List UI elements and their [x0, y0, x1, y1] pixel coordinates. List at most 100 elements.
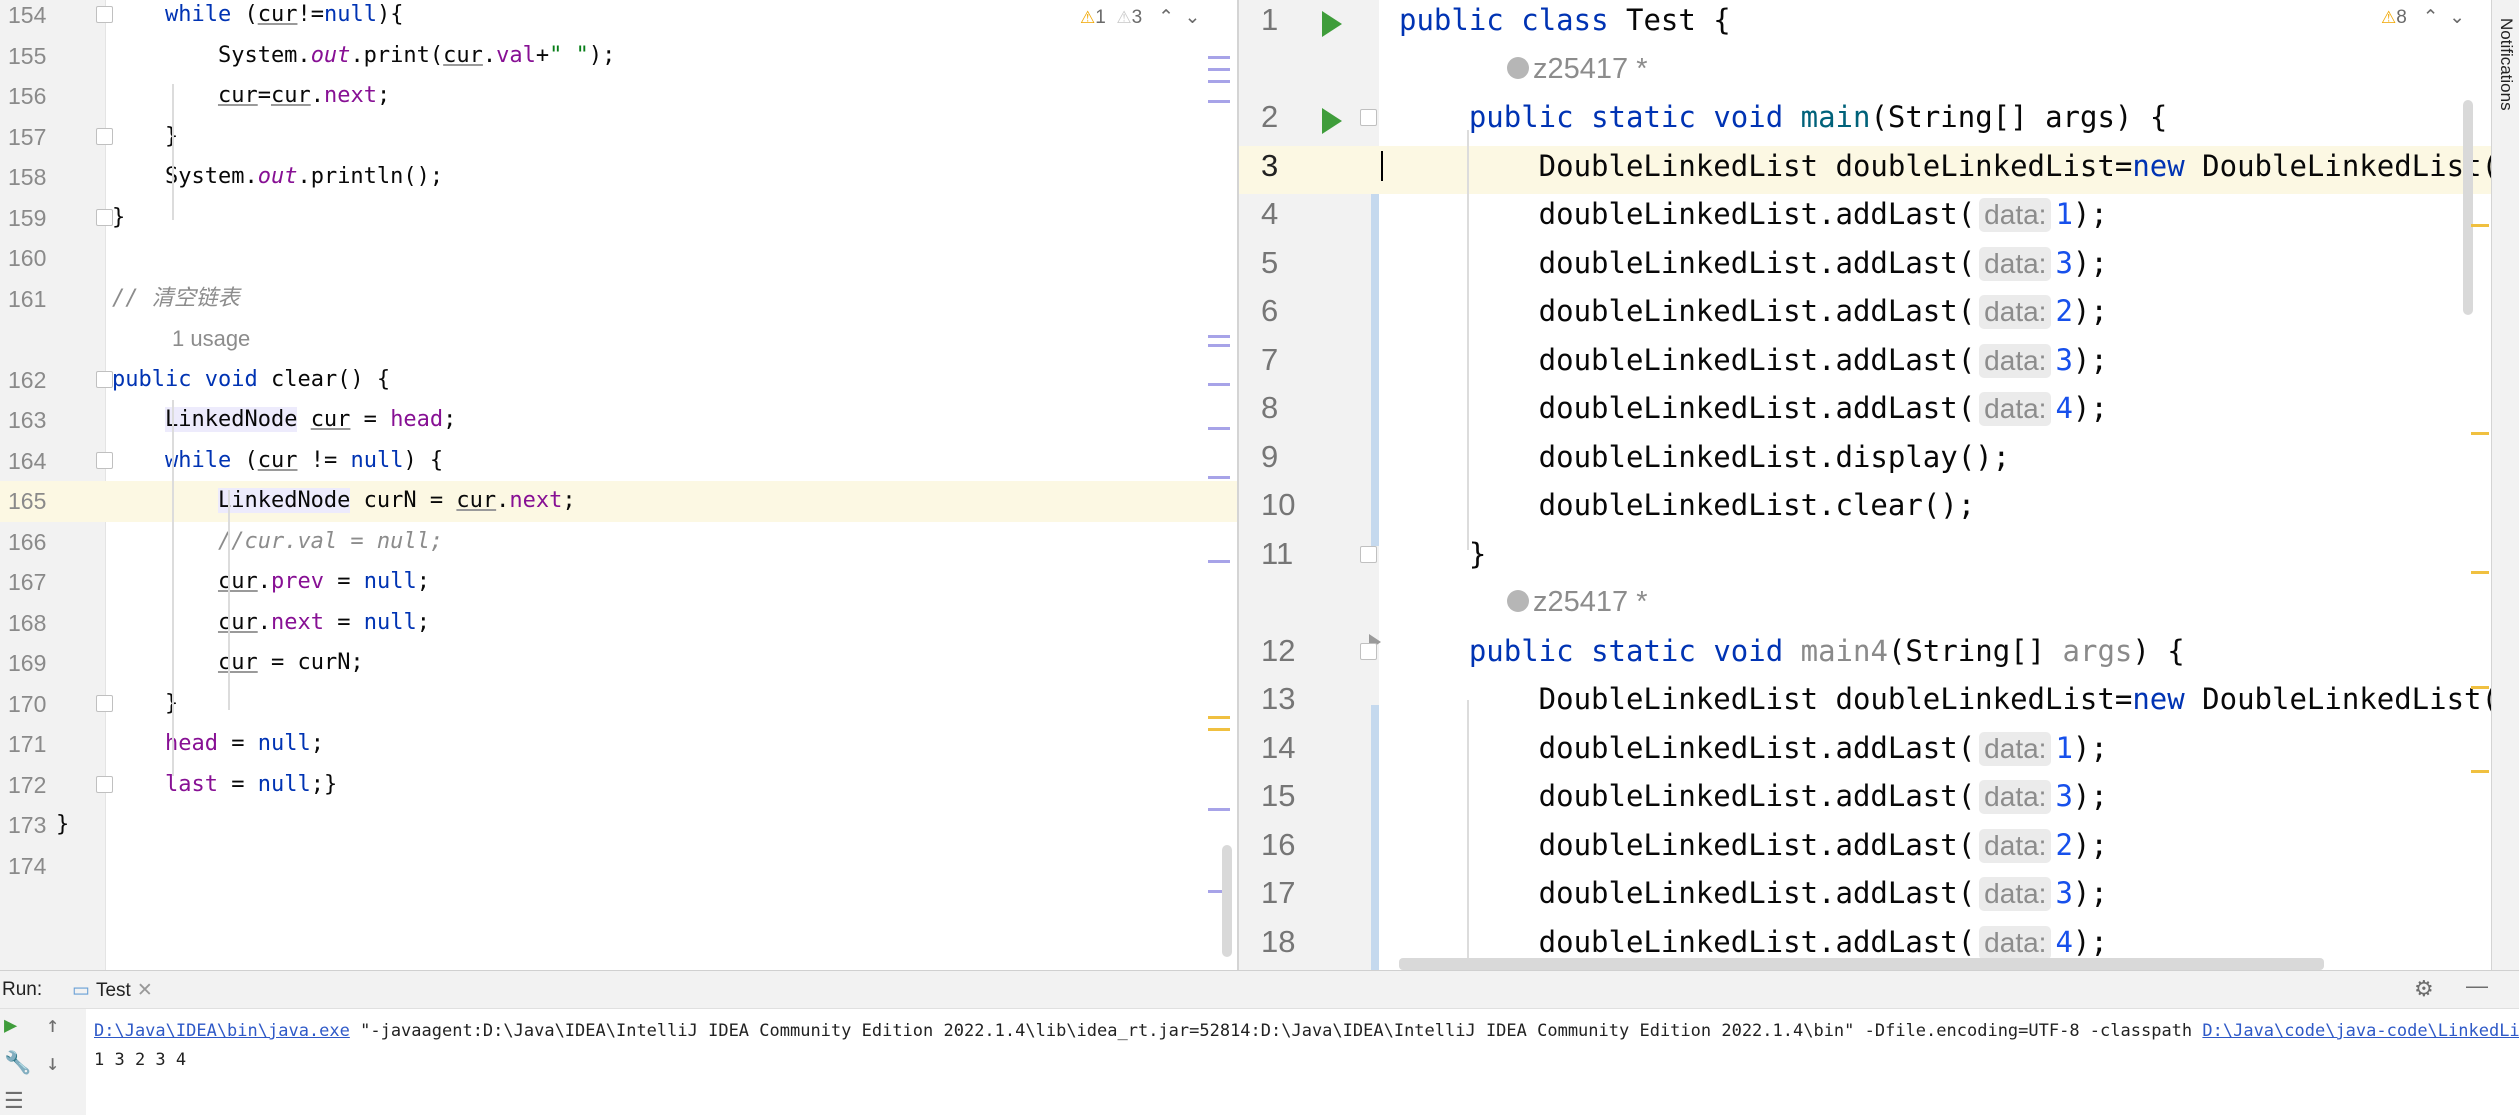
right-scrollbar-thumb[interactable]: [2463, 100, 2473, 315]
code-line[interactable]: 154 while (cur!=null){: [0, 0, 1237, 36]
usage-marker[interactable]: [1208, 383, 1230, 386]
code-line[interactable]: 172 last = null;}: [0, 765, 1237, 806]
run-gutter-icon[interactable]: [1322, 11, 1342, 38]
menu-icon[interactable]: ☰: [4, 1089, 24, 1114]
code-line[interactable]: 173}: [0, 805, 1237, 846]
code-line[interactable]: 166 //cur.val = null;: [0, 522, 1237, 563]
code-line[interactable]: 11 }: [1239, 534, 2491, 583]
warning-marker[interactable]: [1208, 728, 1230, 731]
inspection-widget[interactable]: ⚠8 ⌃ ⌄: [2381, 6, 2465, 29]
code-line[interactable]: 10 doubleLinkedList.clear();: [1239, 485, 2491, 534]
fold-icon[interactable]: [96, 451, 113, 469]
code-line[interactable]: 169 cur = curN;: [0, 643, 1237, 684]
code-line[interactable]: 157 }: [0, 117, 1237, 158]
fold-icon[interactable]: [1360, 642, 1377, 660]
left-scrollbar-thumb[interactable]: [1222, 845, 1232, 957]
code-line[interactable]: 161 // 清空链表: [0, 279, 1237, 320]
run-gutter-icon[interactable]: [1322, 108, 1342, 135]
fold-icon[interactable]: [1360, 545, 1377, 563]
code-line[interactable]: 14 doubleLinkedList.addLast(data: 1);: [1239, 728, 2491, 777]
fold-icon[interactable]: [96, 775, 113, 793]
next-highlight-icon[interactable]: ⌄: [2449, 7, 2465, 28]
code-line[interactable]: 160: [0, 238, 1237, 279]
code-line[interactable]: 162 public void clear() {: [0, 360, 1237, 401]
left-editor[interactable]: 154 while (cur!=null){155 System.out.pri…: [0, 0, 1237, 970]
code-line[interactable]: 9 doubleLinkedList.display();: [1239, 437, 2491, 486]
run-tab-test[interactable]: ▭ Test ✕: [64, 971, 165, 1009]
code-line[interactable]: 3 DoubleLinkedList doubleLinkedList=new …: [1239, 145, 2491, 195]
usage-marker[interactable]: [1208, 335, 1230, 338]
gear-icon[interactable]: ⚙: [2414, 976, 2434, 1002]
inlay-line[interactable]: z25417 *: [1239, 49, 2491, 98]
code-line[interactable]: 174: [0, 846, 1237, 887]
code-line[interactable]: 12 public static void main4(String[] arg…: [1239, 631, 2491, 680]
warning-marker[interactable]: [2471, 571, 2489, 574]
code-line[interactable]: 159}: [0, 198, 1237, 239]
usage-marker[interactable]: [1208, 344, 1230, 347]
inspection-widget[interactable]: ⚠1 ⚠3 ⌃ ⌄: [1080, 6, 1200, 29]
code-line[interactable]: 7 doubleLinkedList.addLast(data: 3);: [1239, 340, 2491, 389]
fold-icon[interactable]: [96, 694, 113, 712]
fold-icon[interactable]: [96, 208, 113, 226]
notifications-label[interactable]: Notifications: [2496, 18, 2516, 111]
fold-icon[interactable]: [1360, 109, 1377, 126]
previous-highlight-icon[interactable]: ⌃: [2423, 7, 2439, 28]
author-hint[interactable]: z25417 *: [1507, 49, 1648, 89]
code-line[interactable]: 5 doubleLinkedList.addLast(data: 3);: [1239, 243, 2491, 292]
scroll-up-icon[interactable]: ↑: [46, 1013, 59, 1038]
author-hint[interactable]: z25417 *: [1507, 582, 1648, 622]
usage-marker[interactable]: [1208, 56, 1230, 59]
inlay-line[interactable]: 1 usage: [0, 319, 1237, 360]
warning-marker[interactable]: [2471, 224, 2489, 227]
notifications-tool-strip[interactable]: Notifications: [2491, 0, 2519, 970]
usage-marker[interactable]: [1208, 476, 1230, 479]
fold-icon[interactable]: [96, 6, 113, 23]
code-line[interactable]: 168 cur.next = null;: [0, 603, 1237, 644]
minimize-icon[interactable]: —: [2466, 973, 2488, 999]
code-line[interactable]: 15 doubleLinkedList.addLast(data: 3);: [1239, 776, 2491, 825]
warning-marker[interactable]: [1208, 716, 1230, 719]
warning-marker[interactable]: [2471, 686, 2489, 689]
classpath-link[interactable]: D:\Java\code\java-code\LinkedList: [2202, 1021, 2519, 1041]
parameter-hint: data:: [1979, 198, 2052, 233]
usage-marker[interactable]: [1208, 100, 1230, 103]
warning-marker[interactable]: [2471, 432, 2489, 435]
code-line[interactable]: 171 head = null;: [0, 724, 1237, 765]
inlay-line[interactable]: z25417 *: [1239, 582, 2491, 631]
next-highlight-icon[interactable]: ⌄: [1185, 7, 1201, 28]
usage-marker[interactable]: [1208, 68, 1230, 71]
code-line[interactable]: 16 doubleLinkedList.addLast(data: 2);: [1239, 825, 2491, 874]
previous-highlight-icon[interactable]: ⌃: [1158, 7, 1174, 28]
horizontal-scrollbar-thumb[interactable]: [1399, 958, 2324, 970]
code-line[interactable]: 155 System.out.print(cur.val+" ");: [0, 36, 1237, 77]
rerun-icon[interactable]: ▶: [4, 1013, 17, 1038]
warning-marker[interactable]: [2471, 770, 2489, 773]
code-line[interactable]: 17 doubleLinkedList.addLast(data: 3);: [1239, 873, 2491, 922]
java-exe-link[interactable]: D:\Java\IDEA\bin\java.exe: [94, 1021, 350, 1041]
usage-hint[interactable]: 1 usage: [172, 319, 250, 359]
code-line[interactable]: 13 DoubleLinkedList doubleLinkedList=new…: [1239, 679, 2491, 728]
code-line[interactable]: 1 public class Test {: [1239, 0, 2491, 49]
usage-marker[interactable]: [1208, 427, 1230, 430]
fold-icon[interactable]: [96, 127, 113, 145]
code-line[interactable]: 164 while (cur != null) {: [0, 441, 1237, 482]
code-line[interactable]: 6 doubleLinkedList.addLast(data: 2);: [1239, 291, 2491, 340]
code-line[interactable]: 4 doubleLinkedList.addLast(data: 1);: [1239, 194, 2491, 243]
code-line[interactable]: 167 cur.prev = null;: [0, 562, 1237, 603]
code-line[interactable]: 2 public static void main(String[] args)…: [1239, 97, 2491, 146]
usage-marker[interactable]: [1208, 560, 1230, 563]
code-line[interactable]: 156 cur=cur.next;: [0, 76, 1237, 117]
close-tab-icon[interactable]: ✕: [137, 980, 153, 1001]
fold-icon[interactable]: [96, 370, 113, 388]
code-line[interactable]: 170 }: [0, 684, 1237, 725]
usage-marker[interactable]: [1208, 808, 1230, 811]
code-line[interactable]: 163 LinkedNode cur = head;: [0, 400, 1237, 441]
wrench-icon[interactable]: 🔧: [4, 1051, 31, 1076]
right-editor[interactable]: 1 public class Test {z25417 * 2 public sta…: [1239, 0, 2491, 970]
scroll-down-icon[interactable]: ↓: [46, 1051, 59, 1076]
code-line[interactable]: 158 System.out.println();: [0, 157, 1237, 198]
usage-marker[interactable]: [1208, 80, 1230, 83]
code-line[interactable]: 8 doubleLinkedList.addLast(data: 4);: [1239, 388, 2491, 437]
code-line[interactable]: 165 LinkedNode curN = cur.next;: [0, 481, 1237, 522]
